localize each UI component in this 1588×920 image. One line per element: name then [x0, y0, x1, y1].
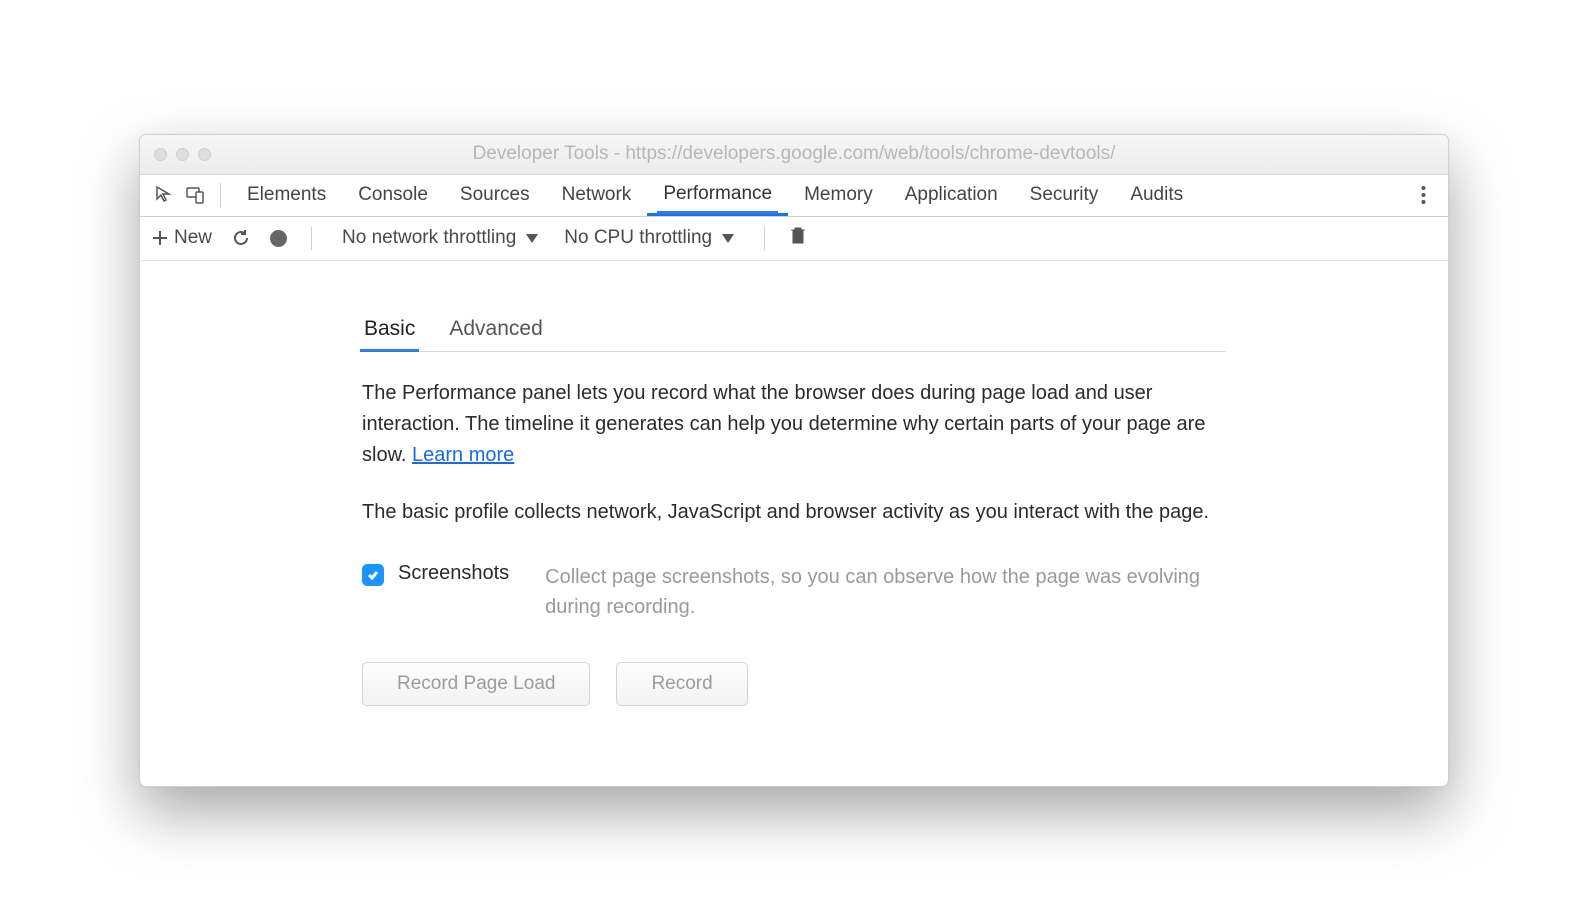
cpu-throttle-select[interactable]: No CPU throttling: [558, 227, 740, 249]
tab-application[interactable]: Application: [889, 175, 1014, 216]
tab-network[interactable]: Network: [546, 175, 648, 216]
main-tabs: Elements Console Sources Network Perform…: [140, 175, 1448, 217]
tab-console[interactable]: Console: [342, 175, 444, 216]
plus-icon: [152, 230, 168, 246]
window-title: Developer Tools - https://developers.goo…: [140, 143, 1448, 165]
device-toggle-icon[interactable]: [180, 180, 210, 210]
titlebar: Developer Tools - https://developers.goo…: [140, 135, 1448, 175]
new-recording-button[interactable]: New: [152, 227, 212, 249]
tab-memory[interactable]: Memory: [788, 175, 889, 216]
screenshots-checkbox[interactable]: [362, 564, 384, 586]
screenshots-label: Screenshots: [398, 562, 509, 585]
sub-tabs: Basic Advanced: [362, 311, 1226, 352]
screenshots-option-row: Screenshots Collect page screenshots, so…: [362, 562, 1226, 622]
intro-paragraph: The Performance panel lets you record wh…: [362, 378, 1226, 471]
tab-elements[interactable]: Elements: [231, 175, 342, 216]
separator: [311, 226, 312, 250]
more-options-icon[interactable]: [1408, 180, 1438, 210]
window-controls: [140, 148, 211, 161]
inspect-element-icon[interactable]: [150, 180, 180, 210]
separator: [764, 226, 765, 250]
tab-audits[interactable]: Audits: [1114, 175, 1199, 216]
performance-toolbar: New No network throttling No CPU throttl…: [140, 217, 1448, 261]
chevron-down-icon: [722, 234, 734, 243]
minimize-icon[interactable]: [176, 148, 189, 161]
performance-panel: Basic Advanced The Performance panel let…: [362, 311, 1226, 706]
learn-more-link[interactable]: Learn more: [412, 444, 514, 466]
separator: [220, 183, 221, 207]
tab-security[interactable]: Security: [1014, 175, 1115, 216]
network-throttle-select[interactable]: No network throttling: [336, 227, 544, 249]
zoom-icon[interactable]: [198, 148, 211, 161]
record-page-load-button[interactable]: Record Page Load: [362, 662, 590, 706]
chevron-down-icon: [526, 234, 538, 243]
screenshots-description: Collect page screenshots, so you can obs…: [545, 562, 1226, 622]
devtools-window: Developer Tools - https://developers.goo…: [139, 134, 1449, 787]
action-buttons: Record Page Load Record: [362, 662, 1226, 706]
record-indicator-icon[interactable]: [270, 230, 287, 247]
tab-performance[interactable]: Performance: [647, 175, 788, 216]
record-button[interactable]: Record: [616, 662, 747, 706]
new-label: New: [174, 227, 212, 249]
panel-content: Basic Advanced The Performance panel let…: [140, 261, 1448, 786]
subtab-advanced[interactable]: Advanced: [447, 311, 544, 351]
cpu-throttle-value: No CPU throttling: [564, 227, 712, 249]
subtab-basic[interactable]: Basic: [362, 311, 417, 351]
close-icon[interactable]: [154, 148, 167, 161]
network-throttle-value: No network throttling: [342, 227, 516, 249]
trash-icon[interactable]: [789, 225, 807, 251]
tab-sources[interactable]: Sources: [444, 175, 546, 216]
reload-icon[interactable]: [226, 223, 256, 253]
basic-profile-paragraph: The basic profile collects network, Java…: [362, 497, 1226, 528]
